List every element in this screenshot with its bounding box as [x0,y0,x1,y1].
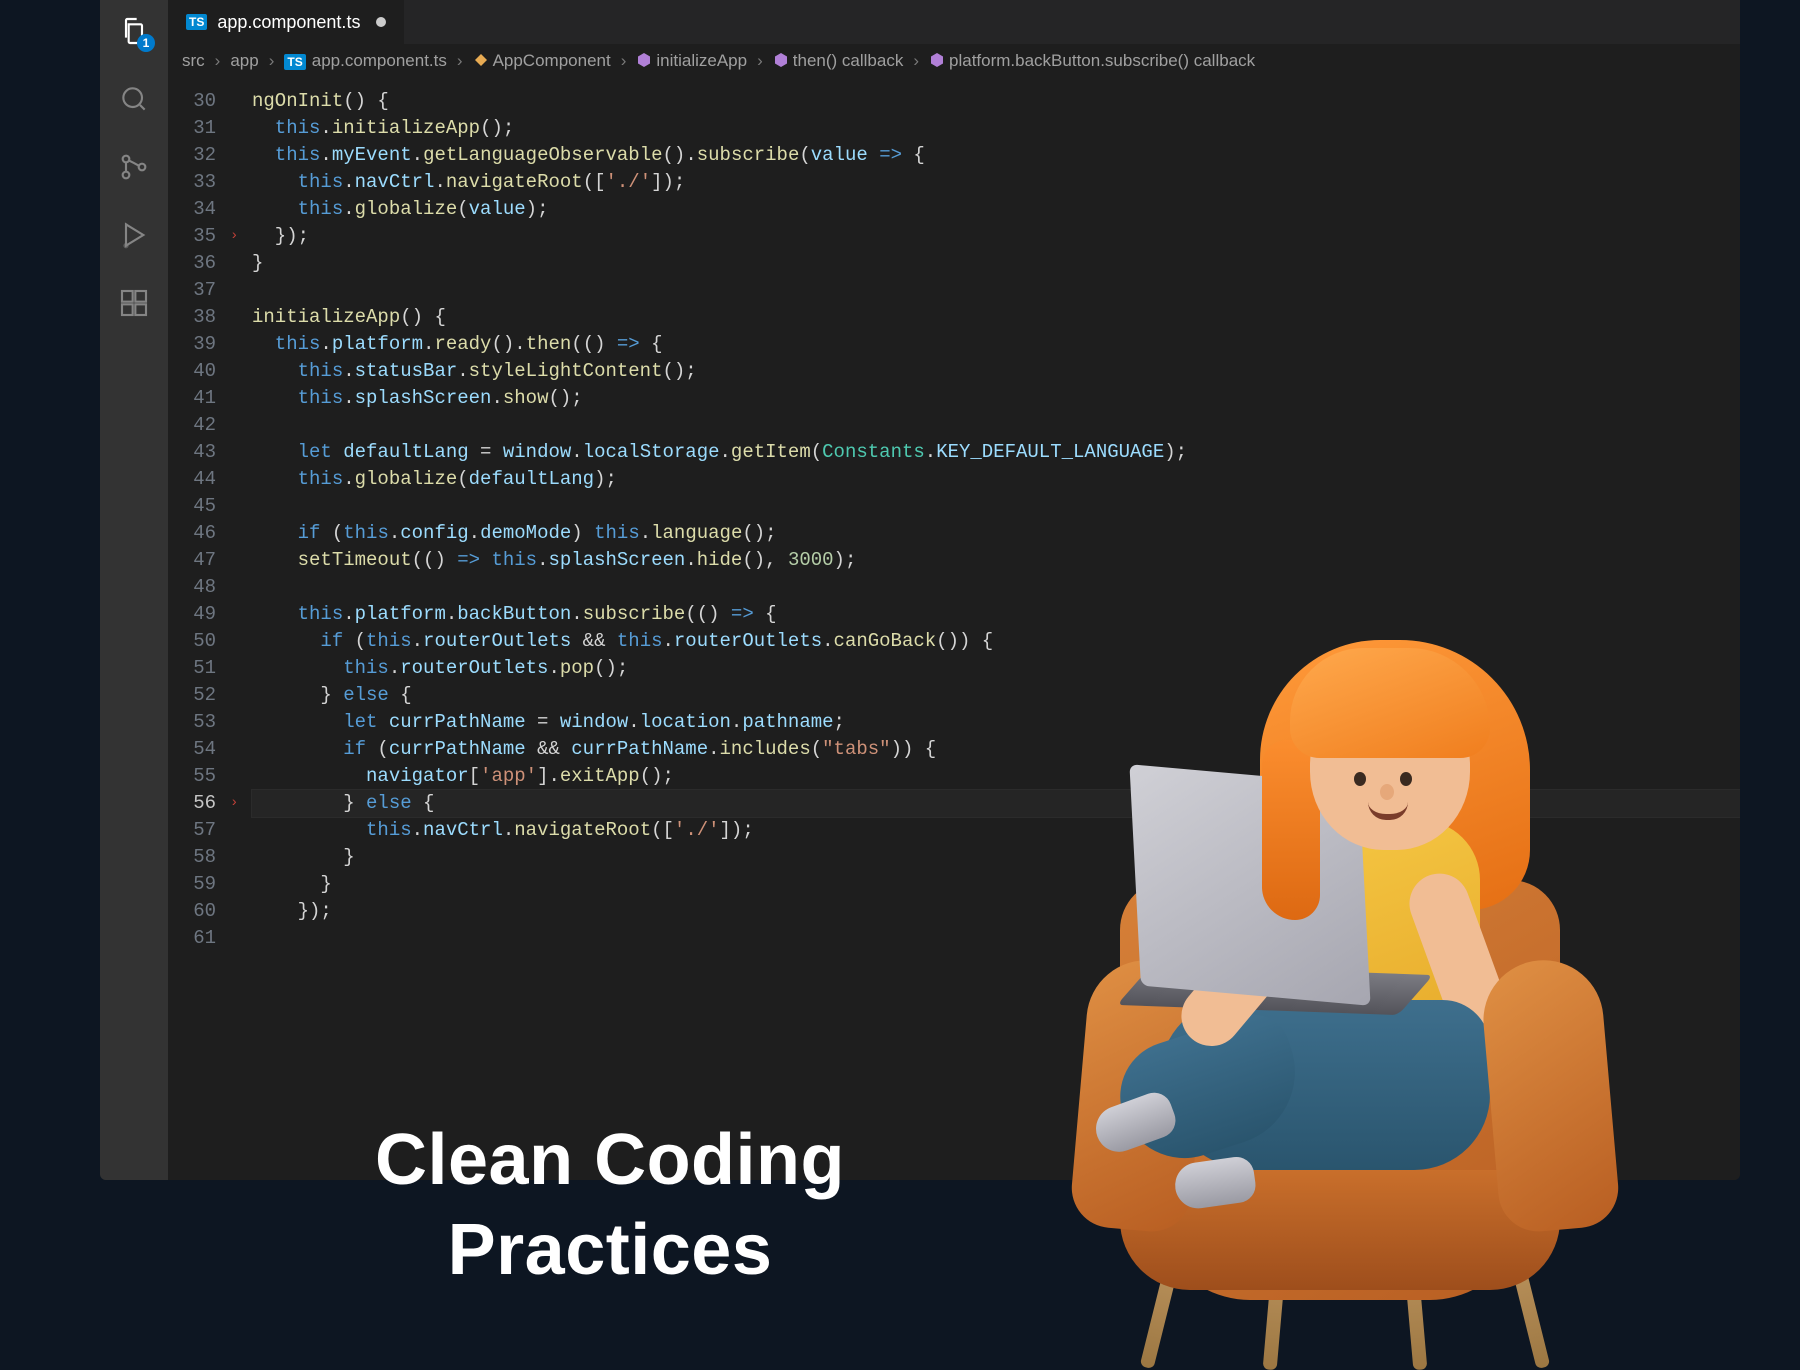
chevron-right-icon: › [457,51,463,71]
breadcrumb-app[interactable]: app [230,51,258,71]
illustration-person-on-chair [1010,630,1670,1330]
typescript-badge-icon: TS [284,54,305,70]
breadcrumb-callback1[interactable]: then() callback [773,51,904,71]
tab-app-component[interactable]: TS app.component.ts [168,0,405,44]
extensions-icon[interactable] [115,284,153,322]
breadcrumb[interactable]: src › app › TSapp.component.ts › AppComp… [168,44,1740,78]
chevron-right-icon: › [621,51,627,71]
breadcrumb-method[interactable]: initializeApp [636,51,747,71]
chevron-right-icon: › [913,51,919,71]
fold-gutter[interactable]: ›› [230,78,244,1180]
line-number-gutter: 3031323334353637383940414243444546474849… [168,78,230,1180]
breadcrumb-class[interactable]: AppComponent [473,51,611,71]
chevron-right-icon: › [215,51,221,71]
source-control-icon[interactable] [115,148,153,186]
overlay-line1: Clean Coding [260,1115,960,1205]
breadcrumb-file[interactable]: TSapp.component.ts [284,51,447,71]
tab-filename: app.component.ts [217,12,360,33]
chevron-right-icon: › [757,51,763,71]
run-debug-icon[interactable] [115,216,153,254]
breadcrumb-callback2[interactable]: platform.backButton.subscribe() callback [929,51,1255,71]
explorer-badge: 1 [137,34,155,52]
tab-bar: TS app.component.ts [168,0,1740,44]
search-icon[interactable] [115,80,153,118]
breadcrumb-src[interactable]: src [182,51,205,71]
explorer-icon[interactable]: 1 [115,12,153,50]
chevron-right-icon: › [269,51,275,71]
overlay-line2: Practices [260,1205,960,1295]
activity-bar: 1 [100,0,168,1180]
overlay-title: Clean Coding Practices [260,1115,960,1295]
typescript-badge-icon: TS [186,14,207,30]
unsaved-indicator-icon [376,17,386,27]
